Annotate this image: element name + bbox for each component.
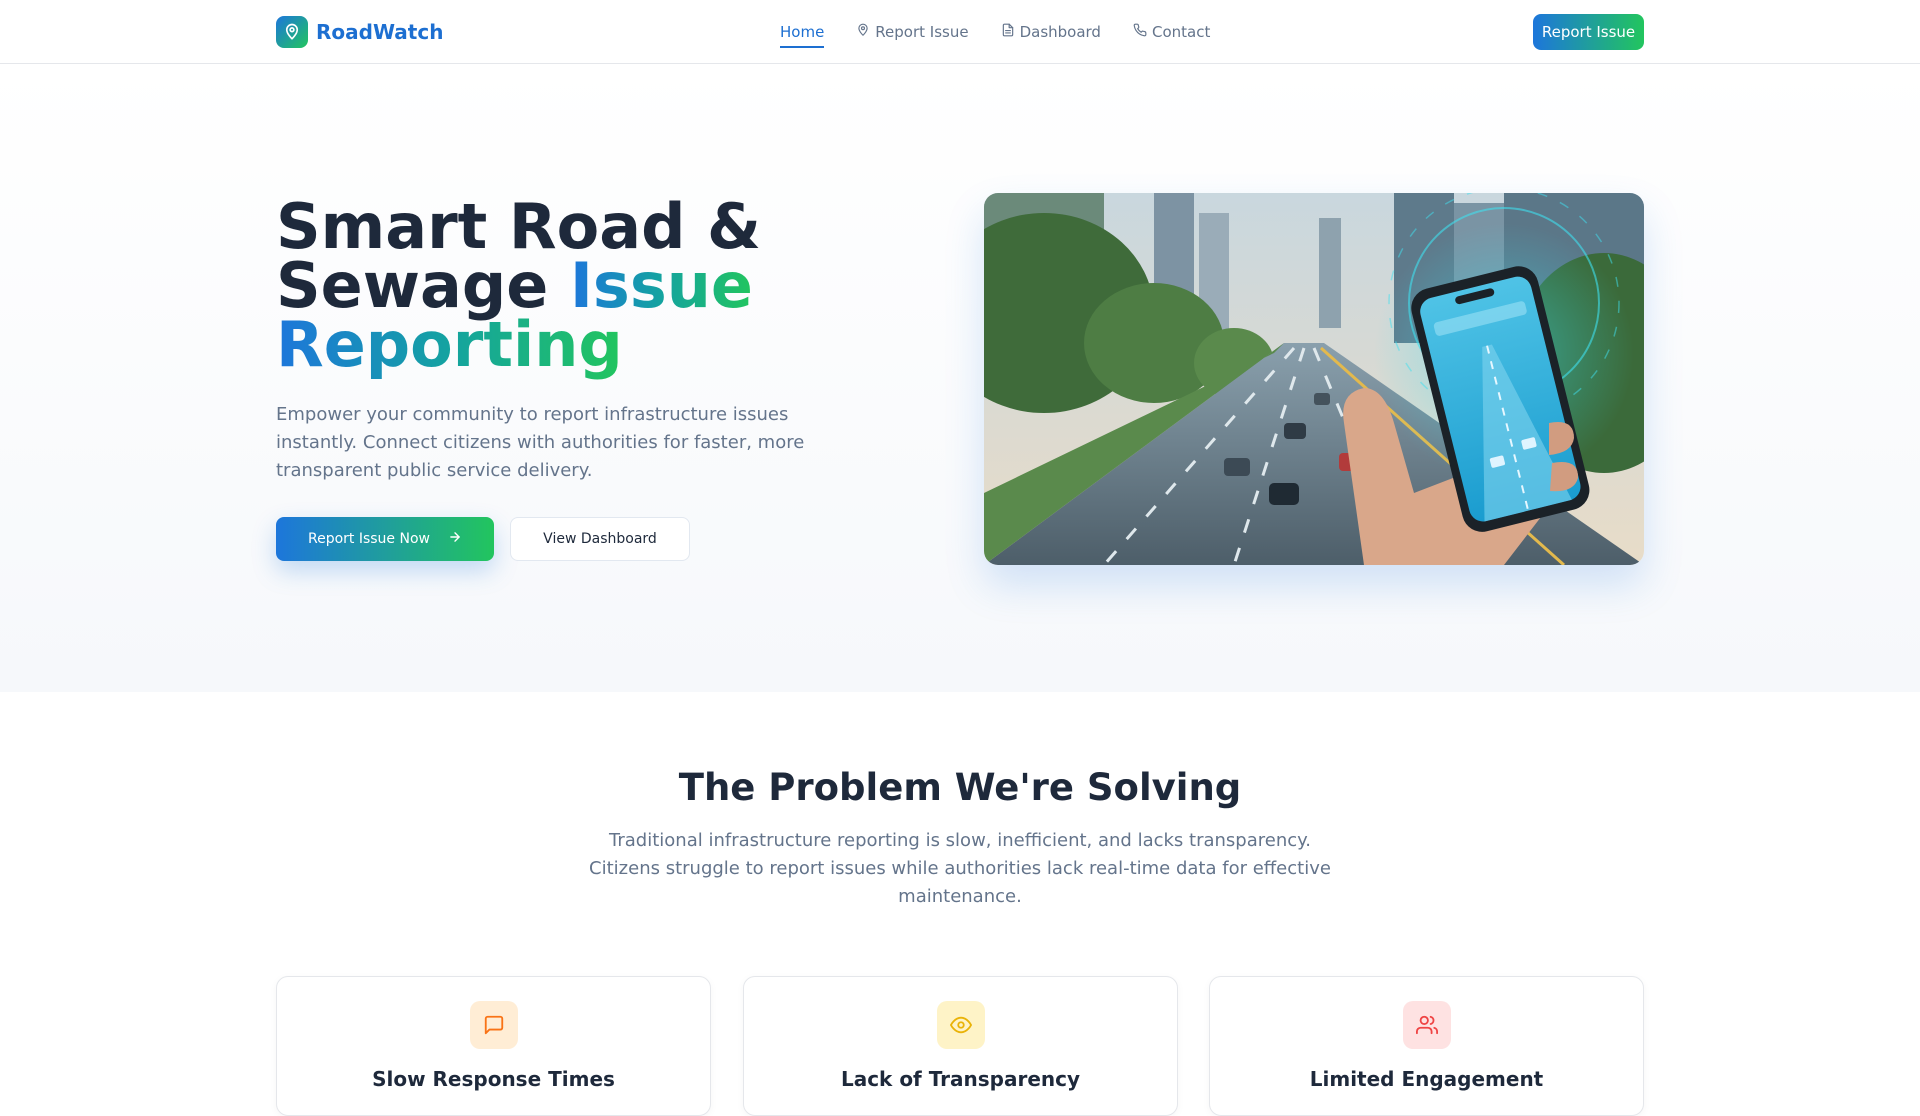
map-pin-icon — [856, 23, 870, 41]
hero-subtitle: Empower your community to report infrast… — [276, 404, 805, 481]
view-dashboard-button[interactable]: View Dashboard — [510, 517, 690, 561]
hero-section: Smart Road & Sewage Issue Reporting Empo… — [0, 65, 1920, 692]
card-title: Limited Engagement — [1309, 1067, 1544, 1091]
report-issue-button[interactable]: Report Issue — [1533, 14, 1644, 50]
section-subtitle: Traditional infrastructure reporting is … — [589, 830, 1331, 907]
section-title: The Problem We're Solving — [678, 766, 1242, 809]
report-issue-now-button[interactable]: Report Issue Now — [276, 517, 494, 561]
brand-logo[interactable]: RoadWatch — [276, 16, 443, 48]
nav-link-dashboard[interactable]: Dashboard — [1001, 16, 1101, 48]
nav-link-label: Home — [780, 23, 825, 41]
message-square-icon — [470, 1001, 518, 1049]
map-pin-icon — [276, 16, 308, 48]
nav-link-label: Report Issue — [875, 23, 969, 41]
phone-icon — [1133, 23, 1147, 41]
users-icon — [1403, 1001, 1451, 1049]
hero-image — [984, 193, 1644, 565]
button-label: Report Issue Now — [307, 531, 430, 547]
problem-card-transparency: Lack of Transparency — [743, 976, 1178, 1116]
document-icon — [1001, 23, 1015, 41]
hero-title: Smart Road & Sewage Issue Reporting — [276, 196, 836, 376]
nav-link-label: Contact — [1151, 23, 1211, 41]
nav-link-label: Dashboard — [1019, 23, 1101, 41]
nav-link-contact[interactable]: Contact — [1133, 16, 1210, 48]
nav-link-home[interactable]: Home — [780, 18, 825, 48]
nav-links: Home Report Issue Dashboard Contact — [780, 0, 1210, 64]
arrow-right-icon — [448, 530, 462, 548]
problem-card-slow-response: Slow Response Times — [276, 976, 711, 1116]
top-navbar: RoadWatch Home Report Issue Dashboard Co… — [0, 0, 1920, 64]
eye-icon — [937, 1001, 985, 1049]
brand-name: RoadWatch — [316, 20, 444, 44]
card-title: Slow Response Times — [372, 1067, 615, 1091]
card-title: Lack of Transparency — [840, 1067, 1081, 1091]
nav-link-report-issue[interactable]: Report Issue — [856, 16, 969, 48]
problem-card-engagement: Limited Engagement — [1209, 976, 1644, 1116]
hero-title-accent-2: Reporting — [276, 308, 623, 381]
